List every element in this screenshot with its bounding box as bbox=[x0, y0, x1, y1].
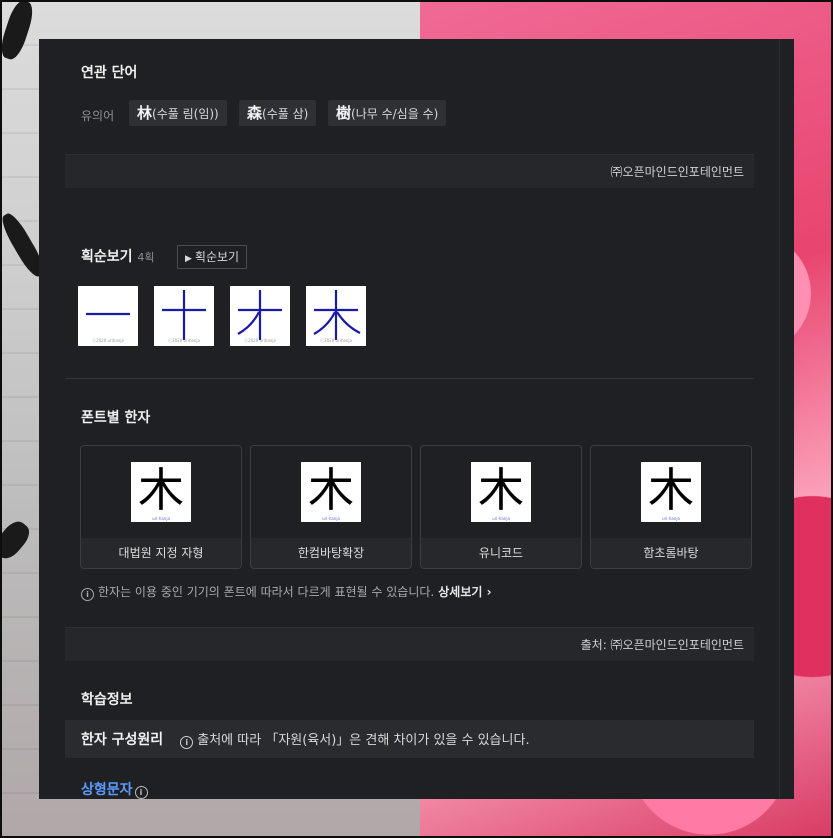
glyph-watermark: uri-hanja bbox=[492, 516, 510, 521]
synonym-label: 유의어 bbox=[81, 109, 115, 123]
chip-reading: (나무 수/심을 수) bbox=[351, 107, 439, 121]
font-glyph-image: 木 uri-hanja bbox=[301, 462, 361, 522]
font-card-name: 대법원 지정 자형 bbox=[81, 538, 241, 568]
font-card[interactable]: 木 uri-hanja 함초롬바탕 bbox=[590, 445, 752, 569]
stroke-step-image: ⓒ2020 urihanja bbox=[230, 286, 290, 346]
font-glyph: 木 bbox=[648, 463, 694, 517]
stroke-step-1-drawing bbox=[86, 312, 130, 316]
font-notice-text: 한자는 이용 중인 기기의 폰트에 따라서 다르게 표현될 수 있습니다. bbox=[98, 585, 435, 599]
font-glyph: 木 bbox=[478, 463, 524, 517]
synonym-chip[interactable]: 林(수풀 림(임)) bbox=[129, 100, 227, 126]
play-icon: ▶ bbox=[185, 254, 192, 264]
font-card[interactable]: 木 uri-hanja 한컴바탕확장 bbox=[250, 445, 412, 569]
glyph-watermark: uri-hanja bbox=[152, 516, 170, 521]
source-bar: ㈜오픈마인드인포테인먼트 bbox=[65, 154, 754, 188]
info-icon[interactable]: i bbox=[180, 736, 194, 749]
font-card[interactable]: 木 uri-hanja 유니코드 bbox=[420, 445, 582, 569]
stroke-order-title: 획순보기 4획 bbox=[81, 246, 155, 266]
stroke-step-image: ⓒ2020 urihanja bbox=[306, 286, 366, 346]
font-hanja-title: 폰트별 한자 bbox=[81, 410, 151, 426]
font-glyph-image: 木 uri-hanja bbox=[471, 462, 531, 522]
font-glyph: 木 bbox=[138, 463, 184, 517]
details-link[interactable]: 상세보기 › bbox=[438, 585, 491, 599]
synonym-chip[interactable]: 森(수풀 삼) bbox=[239, 100, 317, 126]
font-glyph: 木 bbox=[308, 463, 354, 517]
composition-principle-title: 한자 구성원리 bbox=[81, 732, 164, 748]
glyph-watermark: uri-hanja bbox=[322, 516, 340, 521]
stroke-copyright: ⓒ2020 urihanja bbox=[244, 338, 276, 343]
source-text: ㈜오픈마인드인포테인먼트 bbox=[610, 165, 744, 179]
stroke-step-4-drawing bbox=[313, 290, 361, 340]
stroke-count: 4획 bbox=[137, 251, 155, 264]
chip-hanja: 森 bbox=[247, 104, 263, 122]
font-card-name: 유니코드 bbox=[421, 538, 581, 568]
font-card-name: 함초롬바탕 bbox=[591, 538, 751, 568]
scroll-track[interactable] bbox=[779, 39, 780, 799]
stroke-copyright: ⓒ2020 urihanja bbox=[92, 338, 124, 343]
stroke-step-2-drawing bbox=[162, 290, 206, 340]
section-divider bbox=[65, 378, 754, 379]
stroke-step-3-drawing bbox=[237, 290, 282, 340]
stroke-copyright: ⓒ2020 urihanja bbox=[168, 338, 200, 343]
info-icon: i bbox=[81, 588, 94, 601]
composition-principle-desc: 출처에 따라 「자원(육서)」은 견해 차이가 있을 수 있습니다. bbox=[197, 733, 530, 748]
pictograph-label: 상형문자 bbox=[81, 782, 133, 798]
chip-hanja: 樹 bbox=[336, 104, 352, 122]
font-glyph-image: 木 uri-hanja bbox=[641, 462, 701, 522]
glyph-watermark: uri-hanja bbox=[662, 516, 680, 521]
source-text: 출처: ㈜오픈마인드인포테인먼트 bbox=[580, 638, 744, 652]
stroke-step-image: ⓒ2020 urihanja bbox=[154, 286, 214, 346]
stroke-order-play-button[interactable]: ▶ 획순보기 bbox=[177, 245, 248, 269]
info-icon[interactable]: i bbox=[134, 786, 148, 799]
composition-principle-bar: 한자 구성원리 i 출처에 따라 「자원(육서)」은 견해 차이가 있을 수 있습… bbox=[65, 720, 754, 758]
stroke-order-title-text: 획순보기 bbox=[81, 249, 133, 265]
stroke-step-image: ⓒ2020 urihanja bbox=[78, 286, 138, 346]
font-card-name: 한컴바탕확장 bbox=[251, 538, 411, 568]
source-bar: 출처: ㈜오픈마인드인포테인먼트 bbox=[65, 627, 754, 661]
pictograph-link[interactable]: 상형문자 i bbox=[81, 779, 152, 799]
chip-reading: (수풀 삼) bbox=[262, 107, 309, 121]
stroke-copyright: ⓒ2020 urihanja bbox=[320, 338, 352, 343]
font-notice: i 한자는 이용 중인 기기의 폰트에 따라서 다르게 표현될 수 있습니다. 상세… bbox=[81, 583, 492, 601]
hanja-dictionary-panel: 연관 단어 유의어 林(수풀 림(임)) 森(수풀 삼) 樹(나무 수/심을 수… bbox=[39, 39, 794, 799]
synonym-chip[interactable]: 樹(나무 수/심을 수) bbox=[328, 100, 447, 126]
study-info-title: 학습정보 bbox=[81, 692, 133, 708]
font-glyph-image: 木 uri-hanja bbox=[131, 462, 191, 522]
stroke-order-button-label: 획순보기 bbox=[194, 250, 240, 264]
font-card[interactable]: 木 uri-hanja 대법원 지정 자형 bbox=[80, 445, 242, 569]
chip-reading: (수풀 림(임)) bbox=[152, 107, 219, 121]
related-words-title: 연관 단어 bbox=[81, 65, 138, 81]
chip-hanja: 林 bbox=[137, 104, 153, 122]
